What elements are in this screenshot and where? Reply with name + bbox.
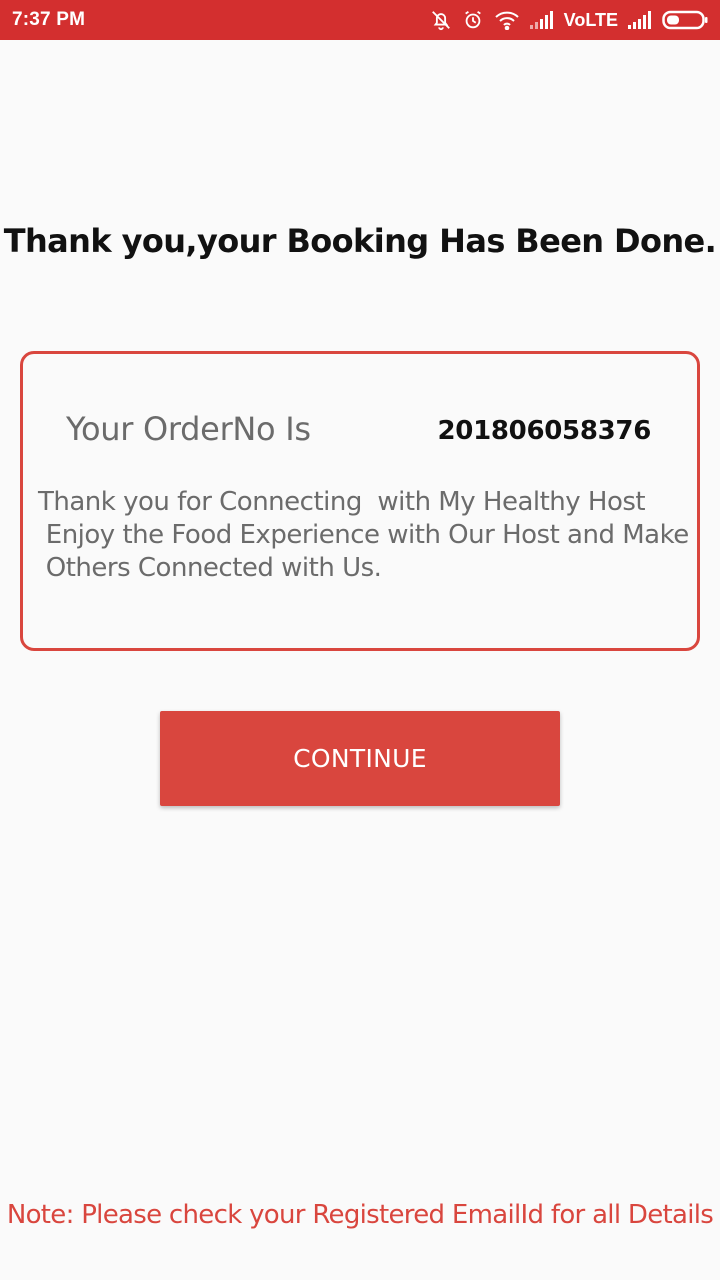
status-bar: 7:37 PM VoLTE [0,0,720,40]
signal-icon [529,11,554,29]
continue-button[interactable]: CONTINUE [160,711,560,806]
email-note: Note: Please check your Registered Email… [6,1200,714,1230]
order-number-label: Your OrderNo Is [66,410,311,448]
order-card: Your OrderNo Is 201806058376 Thank you f… [20,351,700,651]
signal-icon [628,11,652,29]
alarm-icon [462,9,484,31]
status-icons: VoLTE [430,9,708,31]
network-type-label: VoLTE [563,9,618,30]
status-time: 7:37 PM [12,9,86,30]
wifi-icon [494,10,520,30]
booking-confirmation-title: Thank you,your Booking Has Been Done. [3,222,717,260]
order-number-value: 201806058376 [437,416,652,446]
thank-you-message: Thank you for Connecting with My Healthy… [38,487,689,583]
bell-off-icon [430,9,452,31]
battery-icon [662,10,708,30]
